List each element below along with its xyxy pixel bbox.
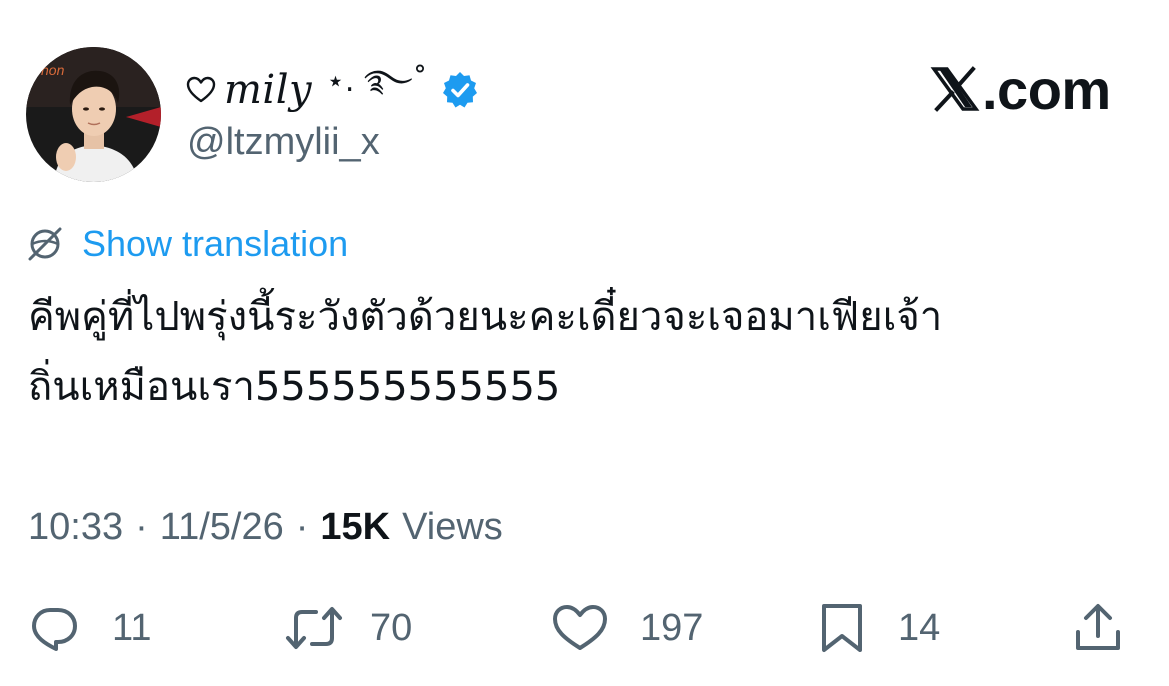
verified-badge-icon (442, 72, 477, 108)
bookmark-icon (822, 604, 862, 652)
tweet-text: คีพคู่ที่ไปพรุ่งนี้ระวังตัวด้วยนะคะเดี๋ย… (28, 282, 1148, 422)
author-name-row[interactable]: mily ⋆. ࿐˚ (186, 64, 480, 116)
x-logo-icon (930, 66, 980, 112)
meta-separator: · (135, 505, 148, 548)
tweet-time[interactable]: 10:33 (28, 506, 123, 549)
author-handle[interactable]: @ltzmylii_x (187, 121, 380, 164)
tweet-meta: 10:33 · 11/5/26 · 15K Views (28, 504, 503, 550)
tweet-date[interactable]: 11/5/26 (160, 506, 284, 549)
views-count: 15K (320, 505, 391, 548)
heart-outline-icon (186, 76, 216, 103)
views-label: Views (402, 505, 503, 548)
display-name-decoration: ⋆. ࿐˚ (326, 64, 428, 99)
heart-icon (553, 605, 607, 650)
bookmark-button[interactable]: 14 (816, 598, 940, 658)
brand-domain: .com (982, 57, 1111, 121)
show-translation-link[interactable]: Show translation (82, 223, 348, 265)
bookmark-count: 14 (898, 606, 941, 649)
show-translation-row[interactable]: Show translation (26, 222, 348, 266)
brand-watermark: .com (930, 57, 1111, 121)
reply-button[interactable]: 11 (28, 598, 151, 658)
reply-count: 11 (112, 606, 152, 649)
globe-slash-icon (28, 227, 62, 261)
display-name[interactable]: mily (224, 67, 312, 113)
meta-separator: · (295, 505, 309, 548)
tweet-text-line: คีพคู่ที่ไปพรุ่งนี้ระวังตัวด้วยนะคะเดี๋ย… (28, 294, 943, 340)
action-bar: 11 70 197 14 (0, 598, 1169, 658)
avatar[interactable]: chon (26, 47, 161, 182)
retweet-icon (286, 607, 342, 649)
like-button[interactable]: 197 (550, 598, 703, 658)
retweet-button[interactable]: 70 (284, 598, 412, 658)
share-button[interactable] (1072, 598, 1124, 658)
reply-icon (32, 608, 77, 651)
svg-text:chon: chon (34, 62, 65, 78)
retweet-count: 70 (370, 606, 413, 649)
tweet-text-line: ถิ่นเหมือนเรา555555555555 (28, 364, 561, 410)
share-icon (1076, 604, 1120, 650)
avatar-image: chon (26, 47, 161, 182)
like-count: 197 (640, 606, 704, 649)
